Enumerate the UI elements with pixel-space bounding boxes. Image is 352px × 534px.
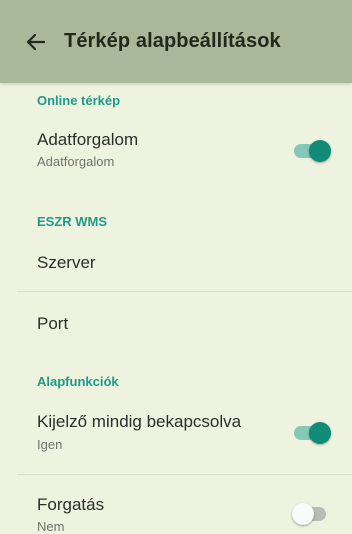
back-button[interactable] — [16, 22, 56, 62]
page-title: Térkép alapbeállítások — [64, 30, 281, 52]
arrow-left-icon — [26, 33, 46, 50]
settings-screen: Térkép alapbeállítások Online térkép Ada… — [0, 0, 352, 534]
toggle-thumb — [309, 140, 331, 162]
toggle-thumb — [309, 422, 331, 444]
screen-always-on-title: Kijelző mindig bekapcsolva — [37, 412, 242, 431]
data-traffic-title: Adatforgalom — [37, 130, 139, 149]
screen-always-on-summary: Igen — [37, 437, 63, 452]
screen-always-on-toggle[interactable] — [292, 420, 332, 446]
divider — [17, 474, 352, 475]
app-bar: Térkép alapbeállítások — [0, 0, 352, 83]
rotation-toggle[interactable] — [292, 501, 332, 527]
section-header-basic-functions: Alapfunkciók — [37, 374, 119, 389]
rotation-summary: Nem — [37, 519, 65, 534]
toggle-thumb — [292, 503, 314, 525]
data-traffic-summary: Adatforgalom — [37, 154, 115, 169]
data-traffic-toggle[interactable] — [292, 138, 332, 164]
section-header-eszr-wms: ESZR WMS — [37, 214, 108, 229]
port-title: Port — [37, 314, 69, 333]
section-header-online-map: Online térkép — [37, 93, 121, 108]
server-title: Szerver — [37, 253, 96, 272]
divider — [17, 291, 352, 292]
rotation-title: Forgatás — [37, 495, 105, 514]
